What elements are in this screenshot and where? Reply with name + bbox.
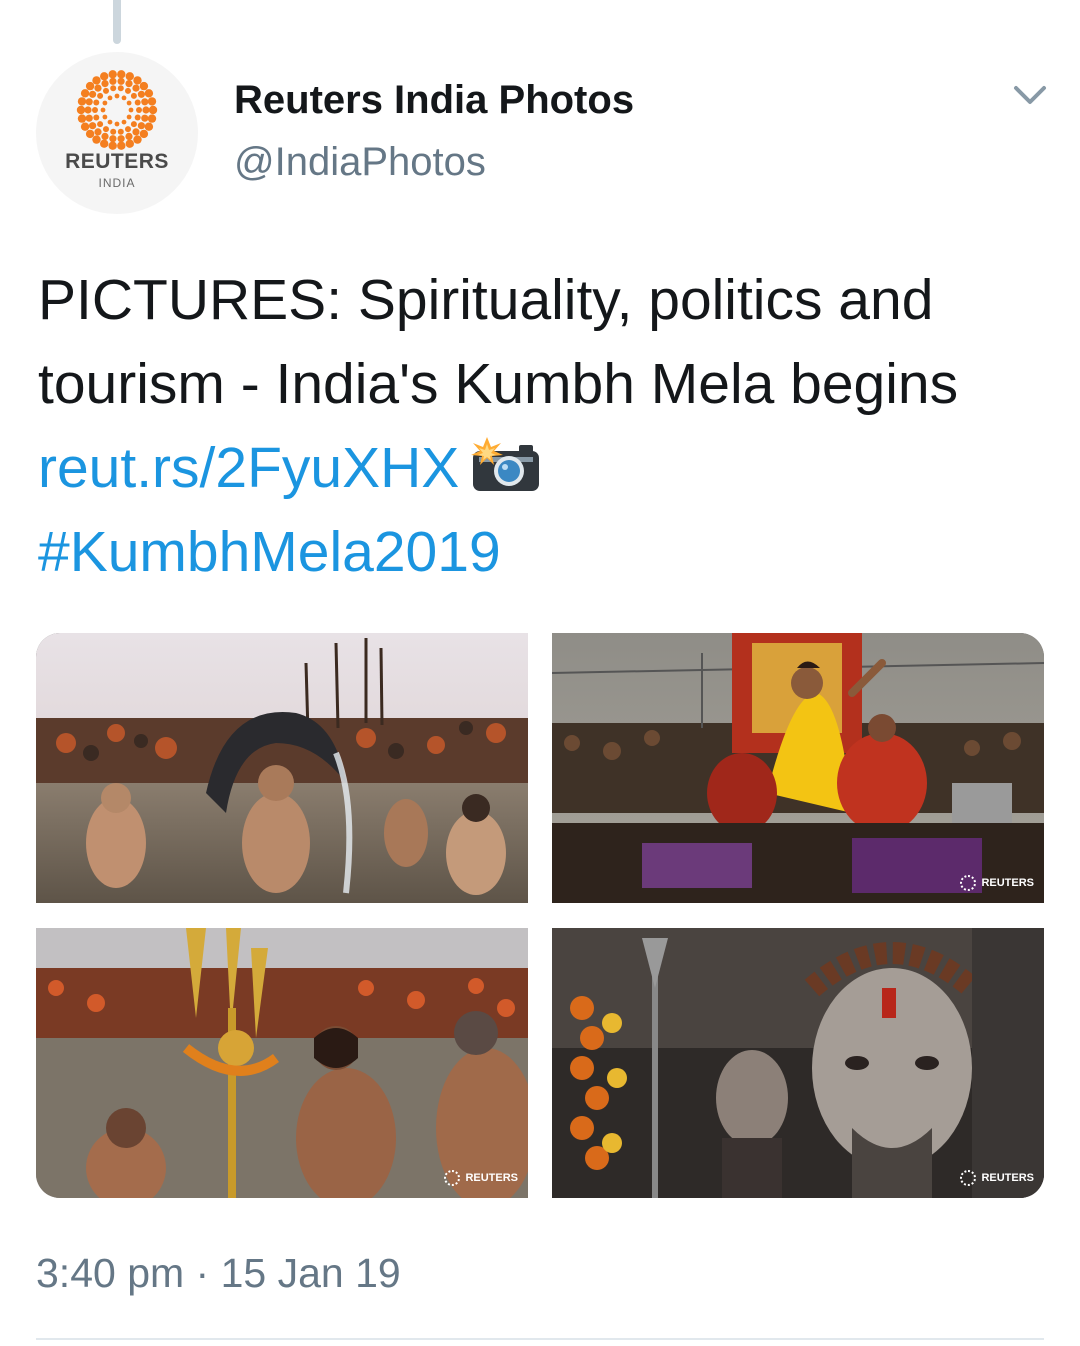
chevron-down-icon[interactable]	[1010, 80, 1050, 110]
divider	[36, 1338, 1044, 1340]
reuters-watermark-icon	[960, 875, 977, 891]
reuters-watermark-icon	[960, 1170, 977, 1186]
photo-ash-covered-sadhu-portrait[interactable]: REUTERS	[552, 928, 1044, 1198]
avatar-subtitle: INDIA	[98, 176, 136, 190]
avatar-wordmark: REUTERS	[65, 150, 169, 173]
photo-watermark: REUTERS	[960, 1170, 1034, 1186]
author-display-name[interactable]: Reuters India Photos	[234, 78, 634, 123]
photo-watermark: REUTERS	[444, 1170, 518, 1186]
tweet-text: PICTURES: Spirituality, politics and tou…	[38, 258, 1048, 594]
tweet-hashtag[interactable]: #KumbhMela2019	[38, 520, 501, 584]
author-avatar[interactable]: REUTERS INDIA	[36, 52, 198, 214]
photo-watermark: REUTERS	[960, 875, 1034, 891]
camera-with-flash-icon	[471, 437, 540, 491]
tweet-timestamp[interactable]: 3:40 pm · 15 Jan 19	[36, 1250, 401, 1297]
reuters-watermark-icon	[444, 1170, 461, 1186]
tweet-body: PICTURES: Spirituality, politics and tou…	[38, 268, 959, 416]
photo-woman-in-yellow-on-float[interactable]: REUTERS	[552, 633, 1044, 903]
photo-trident-bearer-in-river[interactable]: REUTERS	[36, 928, 528, 1198]
tweet-link[interactable]: reut.rs/2FyuXHX	[38, 436, 459, 500]
photo-bathing-hair-splash[interactable]	[36, 633, 528, 903]
thread-connector-line	[113, 0, 121, 44]
author-handle[interactable]: @IndiaPhotos	[234, 140, 486, 185]
